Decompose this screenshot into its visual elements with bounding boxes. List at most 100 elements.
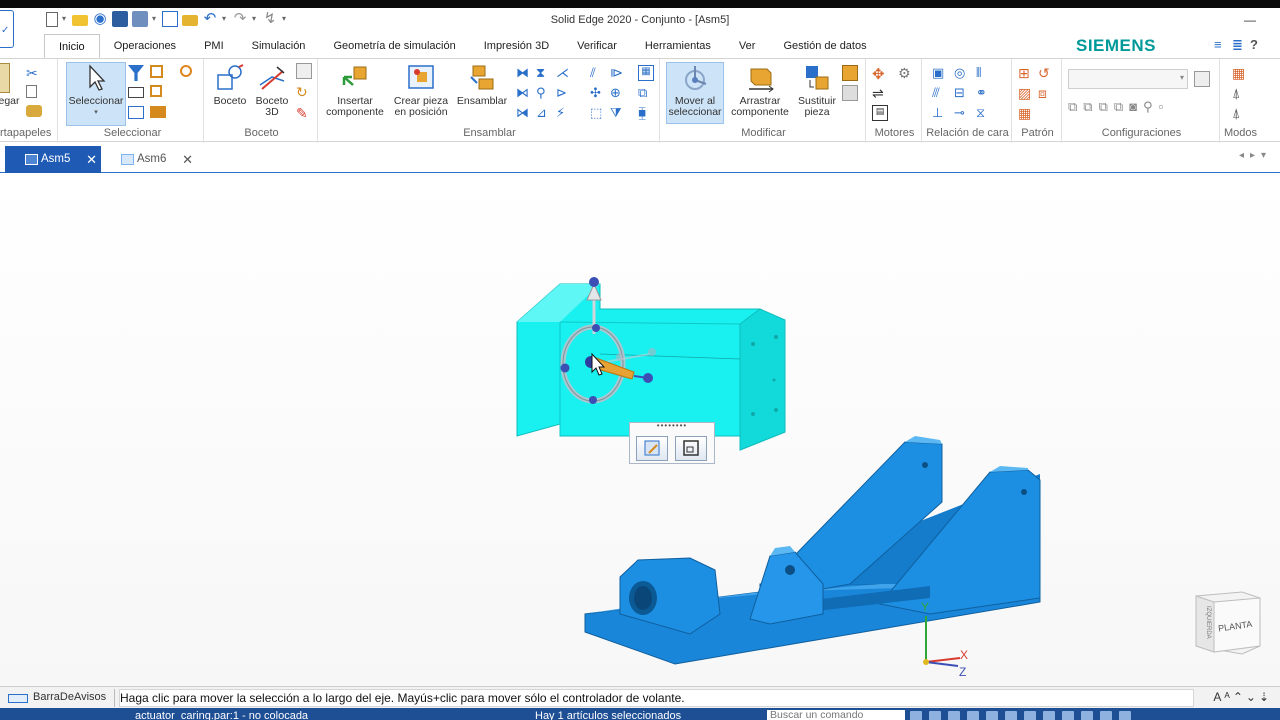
simulate-motor-icon[interactable]: ⇌ <box>872 85 888 101</box>
tab-ver[interactable]: Ver <box>725 34 770 58</box>
help-icon[interactable]: ? <box>1250 38 1264 52</box>
pattern-component-icon[interactable] <box>842 65 858 81</box>
offset-face-icon[interactable]: ⊟ <box>954 85 970 101</box>
pan-icon[interactable] <box>967 711 979 720</box>
shading-icon[interactable] <box>1024 711 1036 720</box>
quickbar-reposition-button[interactable] <box>675 436 707 461</box>
tab-operaciones[interactable]: Operaciones <box>100 34 190 58</box>
project-icon[interactable]: ↻ <box>296 84 312 100</box>
tab-gestion-datos[interactable]: Gestión de datos <box>769 34 880 58</box>
view-cube[interactable]: PLANTA IZQUIERDA <box>1192 588 1266 656</box>
flip-icon[interactable]: ⧉ <box>638 85 654 101</box>
layout-icon[interactable]: ≡ <box>1214 38 1228 52</box>
path-icon[interactable]: ⬚ <box>590 105 606 121</box>
minimize-button[interactable]: — <box>1244 13 1256 27</box>
close-icon[interactable]: ✕ <box>182 146 193 173</box>
motor-manager-icon[interactable]: ▤ <box>872 105 888 121</box>
create-part-in-place-button[interactable]: Crear pieza en posición <box>388 63 454 118</box>
zoom-select-icon[interactable] <box>180 65 192 77</box>
assemble-button[interactable]: Ensamblar <box>454 63 510 107</box>
search-config-icon[interactable]: ⚲ <box>1143 99 1153 115</box>
configuration-select[interactable]: ▾ <box>1068 69 1188 89</box>
quickbar-options-button[interactable] <box>636 436 668 461</box>
tab-pmi[interactable]: PMI <box>190 34 238 58</box>
filter-icon[interactable] <box>128 65 144 81</box>
tab-verificar[interactable]: Verificar <box>563 34 631 58</box>
zones-icon[interactable]: ▦ <box>1232 65 1248 81</box>
paste-button[interactable]: egar <box>0 63 22 107</box>
section-config-icon[interactable]: ⧉ <box>1114 99 1123 115</box>
rectangular-pattern-icon[interactable]: ⊞ <box>1018 65 1034 81</box>
angle-icon[interactable]: ⊳ <box>556 85 572 101</box>
coplanar-icon[interactable]: ▣ <box>932 65 948 81</box>
mate-icon[interactable]: ⧓ <box>516 65 532 81</box>
move-to-select-button[interactable]: Mover al seleccionar <box>666 62 724 124</box>
clip-icon[interactable] <box>1081 711 1093 720</box>
command-search-input[interactable]: Buscar un comando <box>767 710 905 720</box>
save-configuration-icon[interactable] <box>1194 71 1210 87</box>
insert-relation-icon[interactable]: ⧑ <box>516 85 532 101</box>
gear-relation-icon[interactable]: ⚡ <box>556 105 572 121</box>
graphics-viewport[interactable]: Y X Z •••••••• PLANTA IZQUIERDA <box>0 174 1280 686</box>
tab-herramientas[interactable]: Herramientas <box>631 34 725 58</box>
ground-icon[interactable]: ⧩ <box>610 105 626 121</box>
match-coordinate-icon[interactable]: ✣ <box>590 85 606 101</box>
select-button[interactable]: Seleccionar ▾ <box>66 62 126 126</box>
tangent-face-icon[interactable]: ⚭ <box>976 85 992 101</box>
fit-icon[interactable] <box>910 711 922 720</box>
prompt-bar-controls[interactable]: Aᴬ⌃⌄⇣ <box>1213 690 1272 704</box>
box-select-icon[interactable] <box>128 87 144 98</box>
doc-tab-asm6[interactable]: Asm6 ✕ <box>101 146 197 173</box>
planar-align-icon[interactable]: ⧗ <box>536 65 552 81</box>
clear-config-icon[interactable]: ▫ <box>1159 99 1164 115</box>
tab-geometria-simulacion[interactable]: Geometría de simulación <box>319 34 469 58</box>
rigid-face-icon[interactable]: ⊸ <box>954 105 970 121</box>
concentric-icon[interactable]: ◎ <box>954 65 970 81</box>
perpendicular-face-icon[interactable]: ⊥ <box>932 105 948 121</box>
motor-icon[interactable]: ✥ <box>872 65 888 83</box>
zoom-area-icon[interactable] <box>929 711 941 720</box>
explode-mode-icon[interactable]: ⍋ <box>1232 105 1248 121</box>
parallel-face-icon[interactable]: ⫻ <box>932 85 948 101</box>
suppress-icon[interactable]: ⧯ <box>638 105 654 121</box>
select-group-icon[interactable] <box>150 106 166 118</box>
explode-config-icon[interactable]: ⧉ <box>1083 99 1092 115</box>
display-icon[interactable] <box>1100 711 1112 720</box>
style-icon[interactable] <box>1043 711 1055 720</box>
select-tool-icon[interactable] <box>150 65 163 78</box>
select-parts-icon[interactable] <box>150 85 162 97</box>
drag-component-button[interactable]: Arrastrar componente <box>726 63 794 118</box>
pattern-along-curve-icon[interactable]: ▨ <box>1018 85 1034 101</box>
symmetric-icon[interactable]: ⫴ <box>976 65 992 81</box>
cam-icon[interactable]: ⊿ <box>536 105 552 121</box>
sketch-3d-button[interactable]: Boceto 3D <box>252 63 292 118</box>
zone-config-icon[interactable]: ⧉ <box>1099 99 1108 115</box>
feature-mode-icon[interactable]: ⍋ <box>1232 85 1248 101</box>
tangent-icon[interactable]: ⧒ <box>516 105 532 121</box>
rigid-set-icon[interactable]: ⊕ <box>610 85 626 101</box>
display-config-icon[interactable]: ⧉ <box>1068 99 1077 115</box>
replace-part-button[interactable]: Sustituir pieza <box>794 63 840 118</box>
axial-align-icon[interactable]: ⋌ <box>556 65 572 81</box>
quickbar-grip[interactable]: •••••••• <box>630 422 714 432</box>
select-component-icon[interactable] <box>128 106 144 119</box>
doc-tab-nav-icons[interactable]: ◂▸▾ <box>1239 150 1272 161</box>
doc-tab-asm5[interactable]: Asm5 ✕ <box>5 146 101 173</box>
tab-impresion-3d[interactable]: Impresión 3D <box>470 34 563 58</box>
base-part[interactable] <box>584 436 1041 665</box>
connect-icon[interactable]: ⚲ <box>536 85 552 101</box>
fill-pattern-icon[interactable]: ▦ <box>1018 105 1034 121</box>
close-icon[interactable]: ✕ <box>86 146 97 173</box>
mirror-pattern-icon[interactable]: ⧈ <box>1038 85 1054 101</box>
center-plane-icon[interactable]: ⧐ <box>610 65 626 81</box>
zoom-icon[interactable] <box>948 711 960 720</box>
tab-inicio[interactable]: Inicio <box>44 34 100 58</box>
render-icon[interactable] <box>1062 711 1074 720</box>
parallel-icon[interactable]: ⫽ <box>590 65 606 81</box>
insert-component-button[interactable]: Insertar componente <box>322 63 388 118</box>
options-icon[interactable]: ≣ <box>1232 38 1246 52</box>
copy-sketch-icon[interactable] <box>296 63 312 79</box>
camera-config-icon[interactable]: ◙ <box>1129 99 1137 115</box>
settings-icon[interactable] <box>1119 711 1131 720</box>
view-orient-icon[interactable] <box>1005 711 1017 720</box>
